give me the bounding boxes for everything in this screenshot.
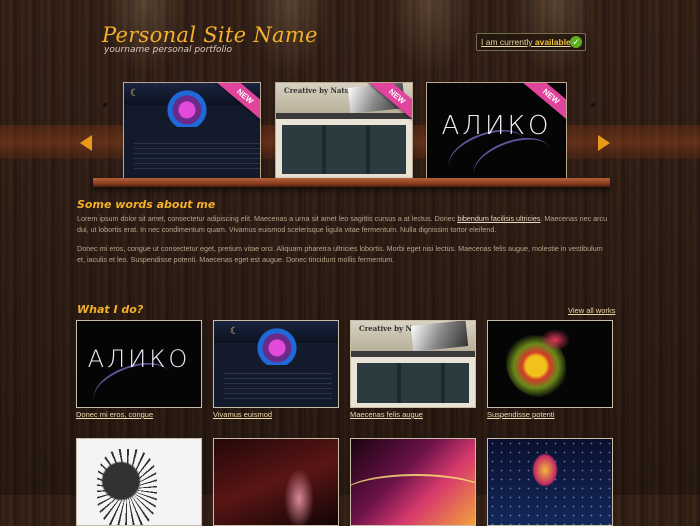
work-caption-2[interactable]: Vivamus euismod [213,410,272,419]
work-caption-4[interactable]: Suspendisse potenti [487,410,555,419]
thumbnail-content-graphic [357,363,469,403]
slider-next-arrow-icon[interactable] [598,135,610,151]
about-paragraph-1: Lorem ipsum dolor sit amet, consectetur … [77,214,610,235]
work-thumbnail-1[interactable]: АЛИКО [76,320,202,408]
thumbnail-nav-graphic [351,351,475,357]
thumbnail-logo-text: АЛИКО [87,345,191,373]
work-thumbnail-7[interactable] [350,438,476,526]
shelf [93,178,610,187]
site-name[interactable]: Personal Site Name [102,24,318,46]
wave-graphic [351,474,475,516]
work-caption-1[interactable]: Donec mi eros, congue [76,410,153,419]
slide-3[interactable]: АЛИКО NEW [426,82,567,179]
slide-text-lines [134,143,260,169]
work-thumbnail-6[interactable] [213,438,339,526]
slide-content-graphic [282,125,406,174]
about-link[interactable]: bibendum facilisis ultricies [457,214,540,223]
ink-graphic [97,449,157,525]
shelf-pin [591,103,595,107]
about-paragraph-2: Donec mi eros, congue ut consectetur ege… [77,244,603,264]
slider-prev-arrow-icon[interactable] [80,135,92,151]
availability-status: available [534,37,571,47]
slide-2[interactable]: Creative by Nature NEW [275,82,413,179]
work-thumbnail-3[interactable]: Creative by Nature [350,320,476,408]
availability-badge[interactable]: I am currently available ✓ [476,33,586,51]
shelf-pin [103,103,107,107]
splash-graphic [540,329,570,351]
about-text-part: Lorem ipsum dolor sit amet, consectetur … [77,214,458,223]
about-title: Some words about me [77,198,216,211]
works-title: What I do? [77,303,144,316]
moon-icon: ☾ [230,326,239,337]
work-thumbnail-2[interactable]: ☾ [213,320,339,408]
checkmark-icon: ✓ [570,36,582,48]
availability-text[interactable]: I am currently available [481,37,571,47]
slide-title: Creative by Nature [284,86,358,95]
glow-graphic [284,469,314,525]
work-caption-3[interactable]: Maecenas felis augue [350,410,423,419]
view-all-works-link[interactable]: View all works [568,306,615,315]
moon-icon: ☾ [130,88,139,99]
thumbnail-artwork [256,327,298,365]
slide-1[interactable]: ☾ NEW [123,82,261,179]
work-thumbnail-5[interactable] [76,438,202,526]
slide-nav-graphic [276,113,412,119]
thumbnail-text-lines [224,373,332,399]
bird-graphic [532,453,558,487]
slide-logo-text: АЛИКО [441,111,552,141]
work-thumbnail-8[interactable] [487,438,613,526]
availability-prefix: I am currently [481,37,533,47]
slide-artwork [166,89,208,127]
work-thumbnail-4[interactable] [487,320,613,408]
site-logo[interactable]: Personal Site Name yourname personal por… [102,24,318,55]
